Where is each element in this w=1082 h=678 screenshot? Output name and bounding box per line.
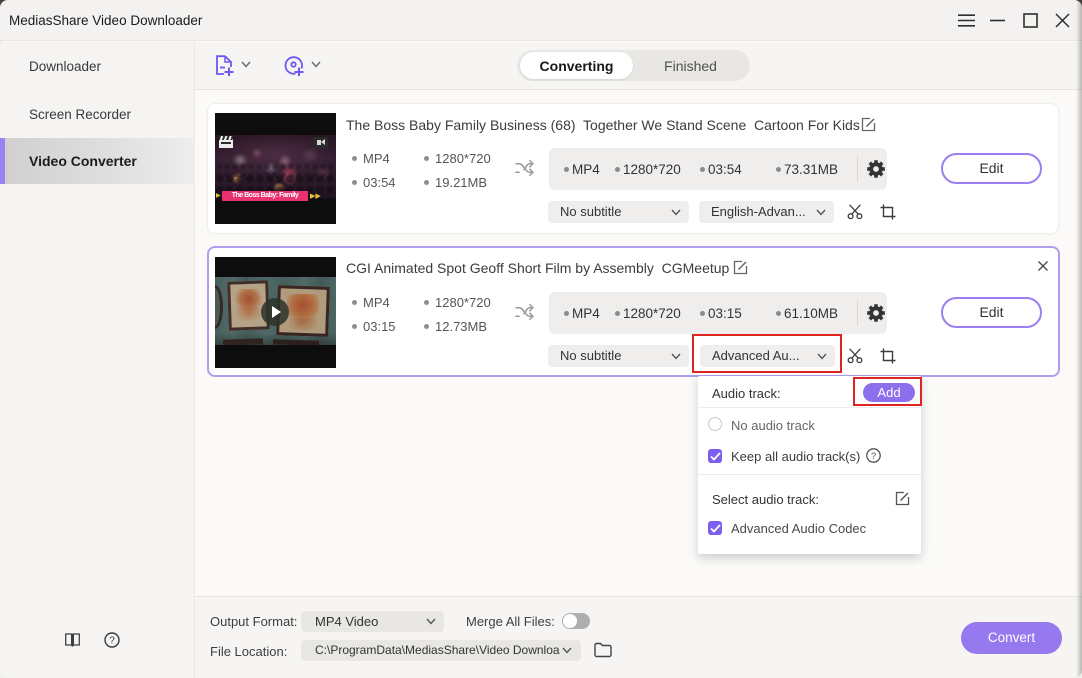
svg-text:?: ? <box>109 636 115 647</box>
svg-text:?: ? <box>871 451 876 462</box>
